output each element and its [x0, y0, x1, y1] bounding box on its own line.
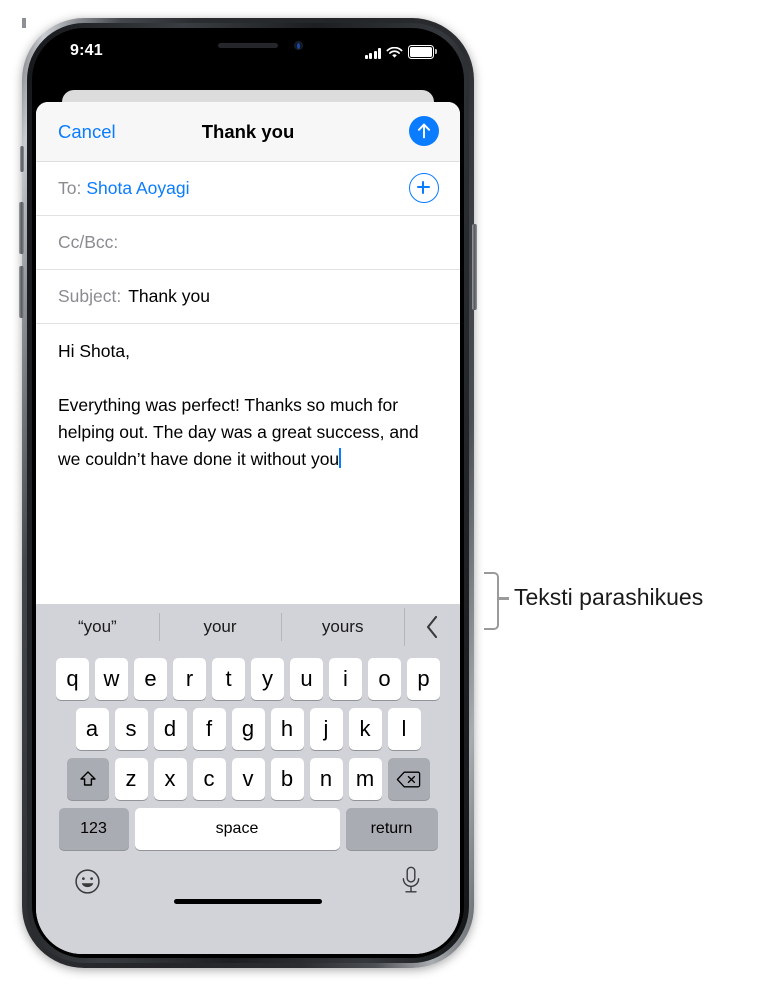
home-indicator[interactable]	[174, 899, 322, 904]
compose-sheet: Cancel Thank you To: Shota Aoyagi Cc/Bcc…	[36, 102, 460, 954]
key-w[interactable]: w	[95, 658, 128, 700]
keyboard-row-1: q w e r t y u i o p	[36, 658, 460, 700]
keyboard-row-4: 123 space return	[36, 808, 460, 850]
text-cursor	[339, 448, 342, 468]
iphone-device: 9:41 Cancel Thank you To: Shota Aoyagi C…	[19, 18, 477, 968]
wifi-icon	[386, 47, 403, 58]
to-field-recipient[interactable]: Shota Aoyagi	[86, 178, 189, 199]
keyboard-row-2: a s d f g h j k l	[36, 708, 460, 750]
prediction-candidate-3[interactable]: yours	[281, 604, 404, 650]
cc-bcc-field[interactable]: Cc/Bcc:	[36, 216, 460, 270]
predictive-text-bar: “you” your yours	[36, 604, 460, 650]
volume-down-button[interactable]	[19, 266, 24, 318]
key-t[interactable]: t	[212, 658, 245, 700]
key-z[interactable]: z	[114, 758, 148, 800]
keyboard-bottom-row	[36, 858, 460, 918]
key-e[interactable]: e	[134, 658, 167, 700]
callout-label: Teksti parashikues	[514, 584, 704, 610]
mute-switch-button[interactable]	[20, 146, 24, 172]
to-field-label: To:	[58, 178, 82, 198]
key-s[interactable]: s	[114, 708, 148, 750]
delete-key[interactable]	[387, 758, 430, 800]
device-screen: 9:41 Cancel Thank you To: Shota Aoyagi C…	[36, 32, 460, 954]
add-contact-button[interactable]	[409, 173, 439, 203]
key-v[interactable]: v	[231, 758, 265, 800]
status-time: 9:41	[70, 42, 103, 59]
return-key[interactable]: return	[345, 808, 438, 850]
front-camera-icon	[294, 41, 303, 50]
key-y[interactable]: y	[251, 658, 284, 700]
key-r[interactable]: r	[173, 658, 206, 700]
to-field[interactable]: To: Shota Aoyagi	[36, 162, 460, 216]
key-q[interactable]: q	[56, 658, 89, 700]
key-x[interactable]: x	[153, 758, 187, 800]
key-h[interactable]: h	[270, 708, 304, 750]
callout-bracket	[484, 572, 499, 630]
dictation-button[interactable]	[400, 866, 422, 901]
cellular-signal-icon	[364, 48, 381, 59]
power-button[interactable]	[472, 224, 477, 310]
send-arrow-up-icon	[417, 123, 431, 139]
antenna-band	[22, 18, 26, 28]
key-m[interactable]: m	[348, 758, 382, 800]
subject-field-label: Subject:	[58, 286, 122, 306]
keyboard-row-3: z x c v b n m	[36, 758, 460, 800]
microphone-icon	[402, 866, 420, 893]
status-bar: 9:41	[36, 32, 460, 74]
key-j[interactable]: j	[309, 708, 343, 750]
numbers-key[interactable]: 123	[58, 808, 129, 850]
key-c[interactable]: c	[192, 758, 226, 800]
key-f[interactable]: f	[192, 708, 226, 750]
prediction-candidate-1[interactable]: “you”	[36, 604, 159, 650]
earpiece-speaker-icon	[218, 43, 278, 48]
emoji-smiley-icon	[75, 869, 100, 894]
callout-leader-line	[497, 597, 509, 600]
key-g[interactable]: g	[231, 708, 265, 750]
message-body[interactable]: Hi Shota, Everything was perfect! Thanks…	[36, 324, 460, 473]
shift-arrow-up-icon	[79, 771, 96, 786]
key-d[interactable]: d	[153, 708, 187, 750]
compose-navbar: Cancel Thank you	[36, 102, 460, 162]
key-b[interactable]: b	[270, 758, 304, 800]
page-title: Thank you	[201, 121, 295, 142]
emoji-button[interactable]	[74, 868, 101, 895]
shift-key[interactable]	[66, 758, 109, 800]
delete-backspace-icon	[396, 771, 421, 787]
onscreen-keyboard: “you” your yours q w e r t y u i o p a s…	[36, 604, 460, 954]
key-i[interactable]: i	[329, 658, 362, 700]
space-key[interactable]: space	[134, 808, 340, 850]
key-o[interactable]: o	[368, 658, 401, 700]
chevron-left-icon	[426, 615, 437, 639]
send-button[interactable]	[409, 116, 439, 146]
subject-field[interactable]: Subject: Thank you	[36, 270, 460, 324]
key-k[interactable]: k	[348, 708, 382, 750]
key-u[interactable]: u	[290, 658, 323, 700]
key-a[interactable]: a	[75, 708, 109, 750]
key-p[interactable]: p	[407, 658, 440, 700]
status-indicators	[364, 44, 437, 59]
subject-field-value: Thank you	[128, 286, 210, 306]
prediction-candidate-2[interactable]: your	[158, 604, 282, 650]
cancel-button[interactable]: Cancel	[58, 121, 116, 143]
key-l[interactable]: l	[387, 708, 421, 750]
message-body-text: Hi Shota, Everything was perfect! Thanks…	[58, 341, 419, 469]
cc-bcc-field-label: Cc/Bcc:	[58, 232, 119, 252]
battery-icon	[408, 45, 437, 59]
key-n[interactable]: n	[309, 758, 343, 800]
volume-up-button[interactable]	[19, 202, 24, 254]
collapse-predictions-button[interactable]	[404, 604, 460, 650]
